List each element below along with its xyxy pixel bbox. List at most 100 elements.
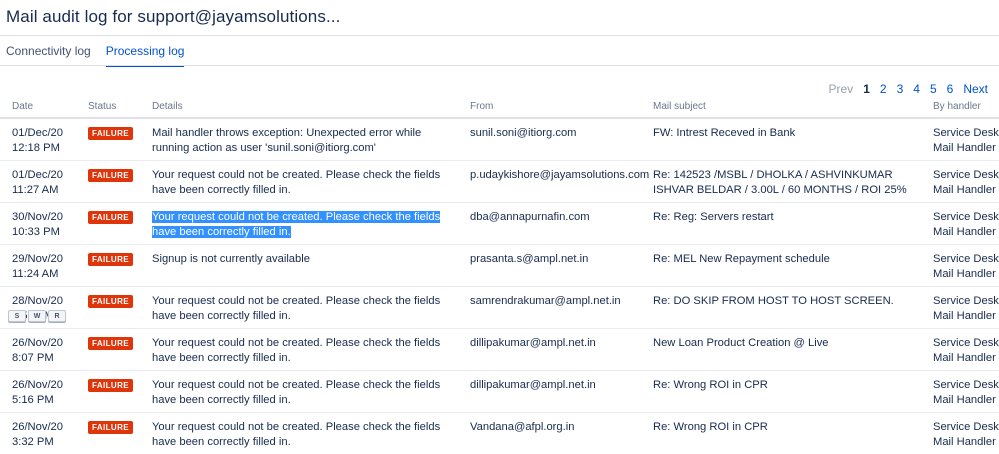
table-row: 01/Dec/2011:27 AM FAILURE Your request c… (0, 161, 999, 203)
row-handler-line1: Service Desk (933, 252, 999, 267)
table-row: 26/Nov/208:07 PM FAILURE Your request co… (0, 329, 999, 371)
pagination-page-2[interactable]: 2 (875, 82, 892, 96)
row-date: 26/Nov/205:16 PM (0, 371, 76, 413)
row-handler-line1: Service Desk (933, 210, 999, 225)
page-title: Mail audit log for support@jayamsolution… (6, 7, 340, 27)
row-handler: Service DeskMail Handler (921, 118, 999, 161)
row-status: FAILURE (76, 287, 140, 329)
row-from: dba@annapurnafin.com (458, 203, 641, 245)
processing-log-table: Date Status Details From Mail subject By… (0, 96, 999, 454)
row-from: dillipakumar@ampl.net.in (458, 329, 641, 371)
pagination-page-4[interactable]: 4 (908, 82, 925, 96)
key-w[interactable]: W (28, 310, 46, 322)
row-from: samrendrakumar@ampl.net.in (458, 287, 641, 329)
row-date-day: 30/Nov/20 (12, 210, 76, 225)
column-header-date: Date (0, 96, 76, 118)
status-badge: FAILURE (88, 253, 133, 266)
row-date: 28/Nov/208:52 PM (0, 287, 76, 329)
table-row: 30/Nov/2010:33 PM FAILURE Your request c… (0, 203, 999, 245)
row-subject: Re: 142523 /MSBL / DHOLKA / ASHVINKUMAR … (641, 161, 921, 203)
tabs-divider (0, 65, 999, 66)
row-handler-line2: Mail Handler (933, 309, 999, 324)
row-date-time: 11:24 AM (12, 267, 76, 282)
row-handler-line1: Service Desk (933, 378, 999, 393)
row-handler-line1: Service Desk (933, 294, 999, 309)
row-status: FAILURE (76, 329, 140, 371)
row-from: prasanta.s@ampl.net.in (458, 245, 641, 287)
row-date-day: 26/Nov/20 (12, 378, 76, 393)
status-badge: FAILURE (88, 211, 133, 224)
row-status: FAILURE (76, 413, 140, 454)
status-badge: FAILURE (88, 169, 133, 182)
row-date-day: 01/Dec/20 (12, 126, 76, 141)
tab-processing-log[interactable]: Processing log (106, 38, 185, 66)
row-subject: New Loan Product Creation @ Live (641, 329, 921, 371)
row-date-time: 11:27 AM (12, 183, 76, 198)
row-date-time: 12:18 PM (12, 141, 76, 156)
row-date: 29/Nov/2011:24 AM (0, 245, 76, 287)
row-handler-line2: Mail Handler (933, 267, 999, 282)
row-handler: Service DeskMail Handler (921, 203, 999, 245)
pagination-next[interactable]: Next (958, 82, 993, 96)
row-handler-line2: Mail Handler (933, 141, 999, 156)
row-handler: Service DeskMail Handler (921, 413, 999, 454)
row-details: Your request could not be created. Pleas… (140, 371, 458, 413)
header-divider (0, 35, 999, 36)
row-details: Your request could not be created. Pleas… (140, 287, 458, 329)
row-status: FAILURE (76, 371, 140, 413)
row-details: Your request could not be created. Pleas… (140, 413, 458, 454)
row-date: 26/Nov/203:32 PM (0, 413, 76, 454)
row-status: FAILURE (76, 118, 140, 161)
row-date-time: 10:33 PM (12, 225, 76, 240)
status-badge: FAILURE (88, 337, 133, 350)
row-date: 01/Dec/2011:27 AM (0, 161, 76, 203)
table-header-row: Date Status Details From Mail subject By… (0, 96, 999, 118)
column-header-status: Status (76, 96, 140, 118)
row-date: 26/Nov/208:07 PM (0, 329, 76, 371)
row-date: 01/Dec/2012:18 PM (0, 118, 76, 161)
column-header-handler: By handler (921, 96, 999, 118)
row-details: Your request could not be created. Pleas… (140, 329, 458, 371)
row-details: Mail handler throws exception: Unexpecte… (140, 118, 458, 161)
row-status: FAILURE (76, 203, 140, 245)
row-handler: Service DeskMail Handler (921, 287, 999, 329)
pagination-prev: Prev (824, 82, 859, 96)
row-handler-line2: Mail Handler (933, 183, 999, 198)
selected-details-text: Your request could not be created. Pleas… (152, 211, 440, 238)
tab-connectivity-log[interactable]: Connectivity log (6, 38, 91, 66)
row-handler: Service DeskMail Handler (921, 161, 999, 203)
row-handler-line1: Service Desk (933, 336, 999, 351)
row-status: FAILURE (76, 161, 140, 203)
row-subject: Re: Wrong ROI in CPR (641, 413, 921, 454)
row-date-day: 26/Nov/20 (12, 420, 76, 435)
status-badge: FAILURE (88, 127, 133, 140)
row-handler: Service DeskMail Handler (921, 245, 999, 287)
row-subject: Re: DO SKIP FROM HOST TO HOST SCREEN. (641, 287, 921, 329)
row-subject: FW: Intrest Receved in Bank (641, 118, 921, 161)
log-tabs: Connectivity log Processing log (6, 38, 184, 66)
row-subject: Re: Wrong ROI in CPR (641, 371, 921, 413)
row-from: dillipakumar@ampl.net.in (458, 371, 641, 413)
key-s[interactable]: S (8, 310, 26, 322)
column-header-from: From (458, 96, 641, 118)
row-handler: Service DeskMail Handler (921, 371, 999, 413)
row-handler-line1: Service Desk (933, 168, 999, 183)
status-badge: FAILURE (88, 295, 133, 308)
row-handler-line2: Mail Handler (933, 435, 999, 450)
pagination-page-1: 1 (858, 82, 875, 96)
pagination-page-3[interactable]: 3 (892, 82, 909, 96)
status-badge: FAILURE (88, 421, 133, 434)
row-date-day: 26/Nov/20 (12, 336, 76, 351)
table-row: 29/Nov/2011:24 AM FAILURE Signup is not … (0, 245, 999, 287)
pagination-page-6[interactable]: 6 (942, 82, 959, 96)
row-handler-line2: Mail Handler (933, 351, 999, 366)
row-from: p.udaykishore@jayamsolutions.com (458, 161, 641, 203)
pagination-page-5[interactable]: 5 (925, 82, 942, 96)
row-date-time: 5:16 PM (12, 393, 76, 408)
row-date-time: 8:07 PM (12, 351, 76, 366)
row-date-day: 28/Nov/20 (12, 294, 76, 309)
row-from: Vandana@afpl.org.in (458, 413, 641, 454)
key-r[interactable]: R (48, 310, 66, 322)
row-details: Your request could not be created. Pleas… (140, 161, 458, 203)
row-details: Your request could not be created. Pleas… (140, 203, 458, 245)
